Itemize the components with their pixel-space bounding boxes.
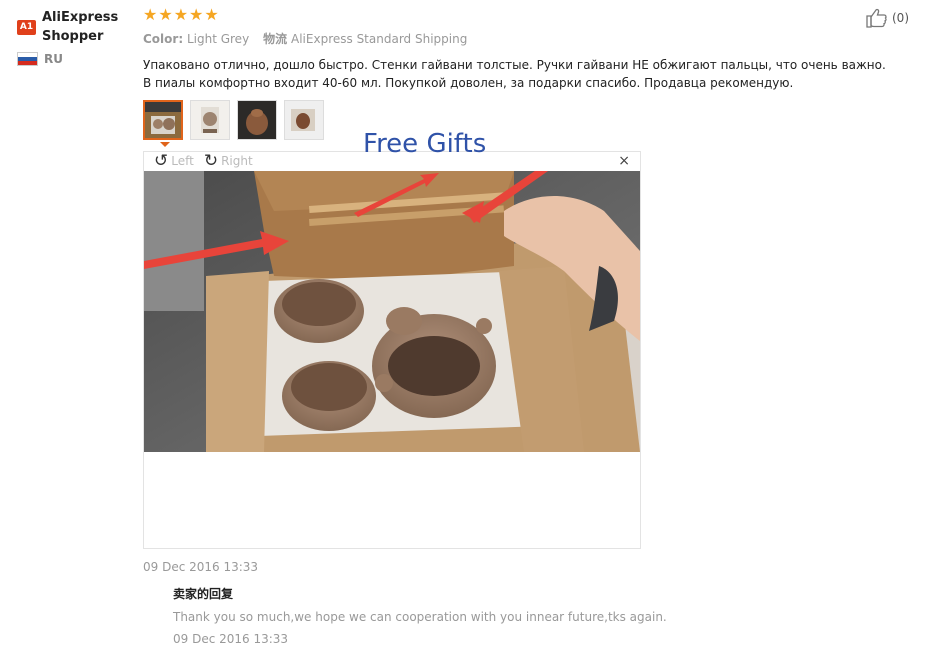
photo-thumbnail[interactable] bbox=[237, 100, 277, 140]
rotate-right-icon: ↻ bbox=[203, 150, 219, 171]
seller-reply-date: 09 Dec 2016 13:33 bbox=[173, 632, 289, 646]
thumbnail-image bbox=[145, 102, 181, 138]
seller-reply: 卖家的回复 Thank you so much,we hope we can c… bbox=[173, 585, 873, 646]
review-photo[interactable] bbox=[144, 171, 640, 452]
color-info: Color: Light Grey bbox=[143, 32, 249, 46]
star-rating: ★ ★ ★ ★ ★ bbox=[143, 6, 903, 24]
reviewer-header: A1 AliExpress Shopper bbox=[17, 8, 137, 46]
thumbnail-image bbox=[191, 101, 229, 139]
shipping-label: 物流 bbox=[263, 32, 288, 46]
photo-thumbnails bbox=[143, 100, 903, 147]
seller-reply-text: Thank you so much,we hope we can coopera… bbox=[173, 610, 667, 624]
star-icon: ★ bbox=[158, 5, 173, 24]
rotate-controls: ↺ Left ↻ Right bbox=[154, 152, 253, 170]
star-icon: ★ bbox=[143, 5, 158, 24]
star-icon: ★ bbox=[173, 5, 189, 24]
order-info: Color: Light Grey 物流 AliExpress Standard… bbox=[143, 30, 903, 47]
country-code: RU bbox=[44, 52, 63, 66]
close-icon[interactable]: × bbox=[618, 154, 630, 168]
thumbnail-image bbox=[238, 101, 276, 139]
photo-thumbnail[interactable] bbox=[284, 100, 324, 140]
review-page: A1 AliExpress Shopper RU (0) ★ ★ ★ ★ ★ C… bbox=[0, 0, 941, 665]
photo-thumbnail[interactable] bbox=[143, 100, 183, 147]
photo-viewer: ↺ Left ↻ Right × bbox=[143, 151, 641, 549]
rotate-right-label: Right bbox=[221, 154, 253, 168]
reviewer-name: AliExpress Shopper bbox=[42, 10, 119, 44]
review-content: ★ ★ ★ ★ ★ Color: Light Grey 物流 AliExpres… bbox=[143, 6, 903, 147]
review-text: Упаковано отлично, дошло быстро. Стенки … bbox=[143, 58, 886, 90]
reviewer-info: A1 AliExpress Shopper RU bbox=[17, 8, 137, 66]
rotate-left-icon: ↺ bbox=[154, 150, 169, 171]
rotate-left-label: Left bbox=[171, 154, 194, 168]
star-icon: ★ bbox=[189, 5, 204, 24]
shipping-value: AliExpress Standard Shipping bbox=[291, 32, 468, 46]
reviewer-country: RU bbox=[17, 52, 137, 66]
rotate-left-button[interactable]: ↺ Left bbox=[154, 150, 194, 171]
review-date: 09 Dec 2016 13:33 bbox=[143, 560, 259, 574]
russia-flag-icon bbox=[17, 52, 38, 66]
color-value: Light Grey bbox=[186, 31, 250, 46]
thumbnail-image bbox=[285, 101, 323, 139]
rotate-right-button[interactable]: ↻ Right bbox=[203, 150, 253, 171]
photo-thumbnail[interactable] bbox=[190, 100, 230, 140]
free-gifts-caption: Free Gifts bbox=[363, 129, 487, 159]
color-label: Color: bbox=[143, 31, 184, 46]
photo-image bbox=[144, 171, 640, 452]
buyer-level-badge: A1 bbox=[17, 19, 36, 35]
star-icon: ★ bbox=[204, 5, 219, 24]
seller-reply-title: 卖家的回复 bbox=[173, 587, 234, 601]
shipping-info: 物流 AliExpress Standard Shipping bbox=[263, 30, 467, 47]
active-thumbnail-indicator bbox=[160, 142, 170, 147]
